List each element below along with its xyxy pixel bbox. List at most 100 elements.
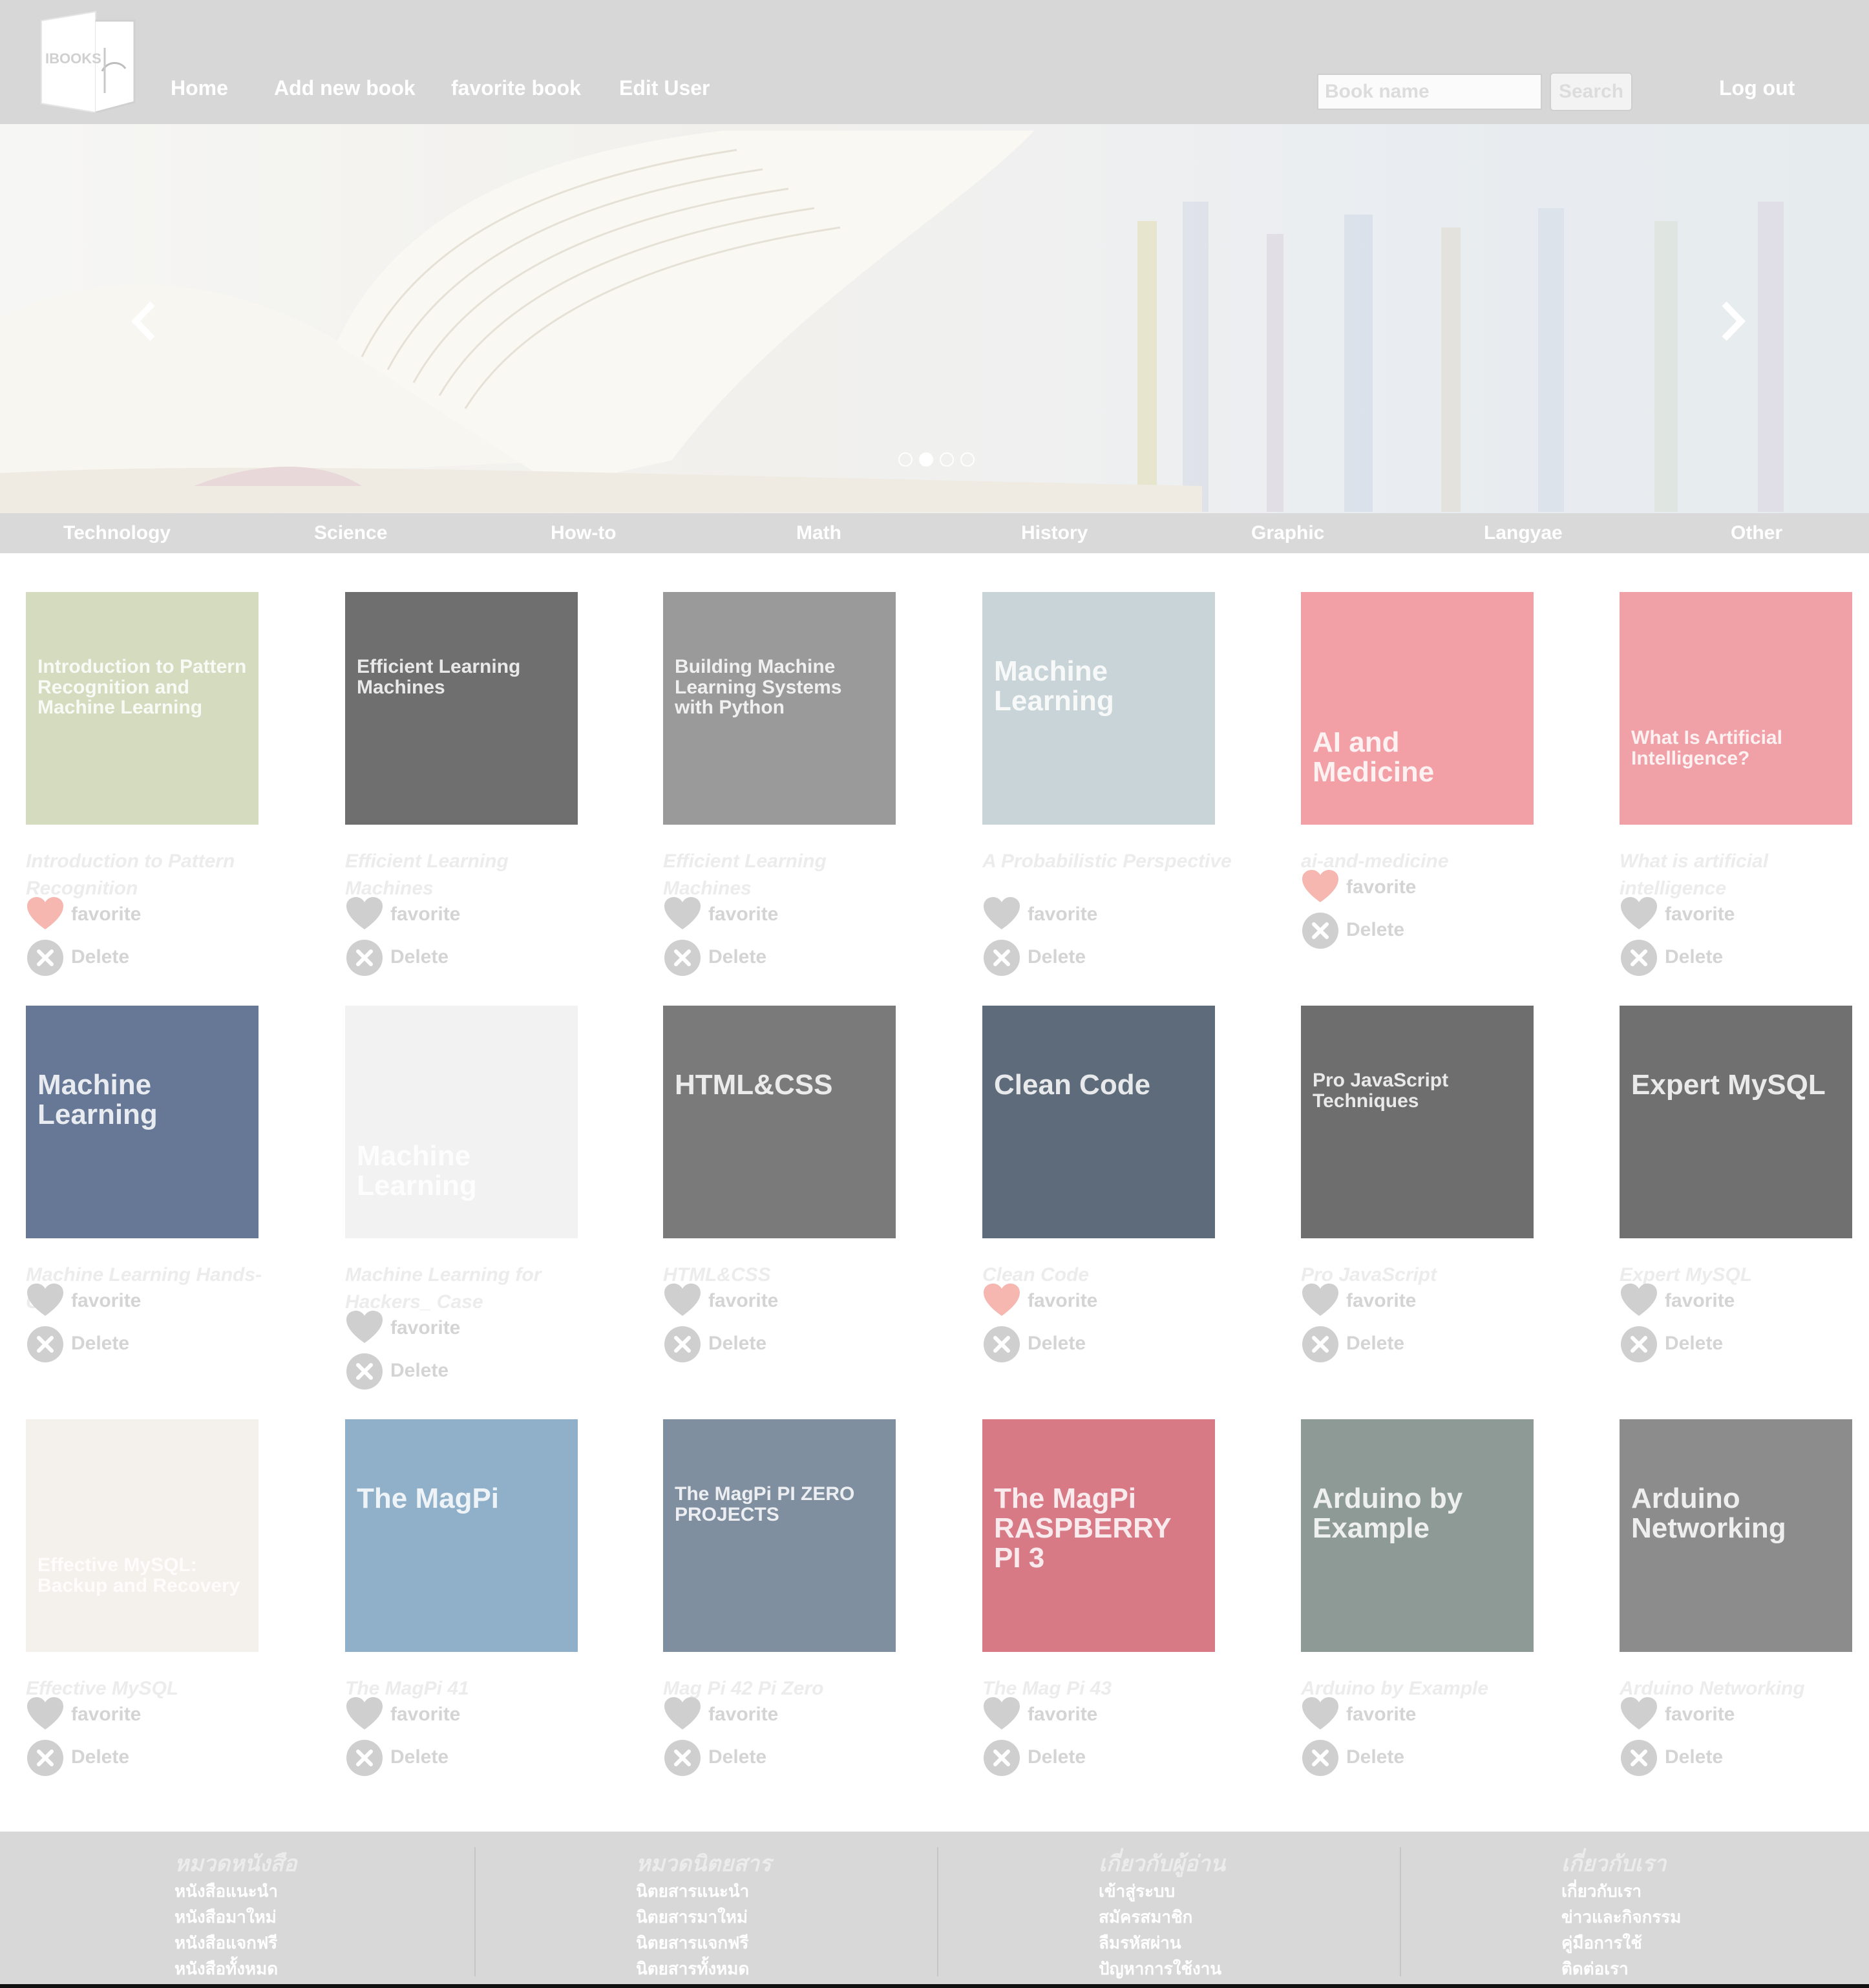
book-cover-image[interactable]: Machine Learning [345,1006,578,1238]
category-langyae[interactable]: Langyae [1484,522,1563,544]
favorite-button[interactable]: favorite [663,896,857,935]
delete-button[interactable]: Delete [1620,1739,1813,1777]
favorite-button[interactable]: favorite [1620,1282,1813,1321]
delete-button[interactable]: Delete [26,938,220,977]
book-cover-image[interactable]: The MagPi PI ZERO PROJECTS [663,1419,896,1652]
carousel-dot-2[interactable] [919,452,933,467]
book-cover-image[interactable]: Machine Learning [26,1006,259,1238]
footer-link[interactable]: ติดต่อเรา [1561,1956,1681,1982]
book-title[interactable]: A Probabilistic Perspective [982,848,1234,875]
favorite-button[interactable]: favorite [663,1696,857,1735]
book-cover-image[interactable]: Arduino by Example [1301,1419,1534,1652]
favorite-button[interactable]: favorite [345,896,539,935]
book-title[interactable]: What is artificial intelligence [1620,848,1869,902]
favorite-button[interactable]: favorite [26,896,220,935]
book-cover-image[interactable]: What Is Artificial Intelligence? [1620,592,1852,825]
carousel-dot-4[interactable] [960,452,975,467]
delete-button[interactable]: Delete [663,1325,857,1364]
nav-edit-user[interactable]: Edit User [619,76,710,100]
carousel-dot-1[interactable] [898,452,913,467]
favorite-button[interactable]: favorite [982,1696,1176,1735]
favorite-button[interactable]: favorite [1620,1696,1813,1735]
delete-button[interactable]: Delete [982,1325,1176,1364]
logout-link[interactable]: Log out [1719,76,1795,100]
book-cover-image[interactable]: Efficient Learning Machines [345,592,578,825]
favorite-button[interactable]: favorite [345,1696,539,1735]
category-other[interactable]: Other [1731,522,1782,544]
delete-button[interactable]: Delete [345,1352,539,1391]
favorite-button[interactable]: favorite [663,1282,857,1321]
nav-favorite-book[interactable]: favorite book [451,76,581,100]
favorite-button[interactable]: favorite [1301,869,1495,907]
favorite-button[interactable]: favorite [26,1696,220,1735]
carousel-prev-icon[interactable] [127,299,165,344]
favorite-button[interactable]: favorite [1301,1282,1495,1321]
category-science[interactable]: Science [314,522,387,544]
footer-link[interactable]: หนังสือแจกฟรี [174,1930,297,1956]
footer-link[interactable]: หนังสือทั้งหมด [174,1956,297,1982]
favorite-button[interactable]: favorite [345,1309,539,1348]
category-how-to[interactable]: How-to [551,522,617,544]
footer-link[interactable]: นิตยสารแนะนำ [636,1878,771,1904]
delete-button[interactable]: Delete [1620,938,1813,977]
delete-label: Delete [1665,1333,1724,1354]
footer-link[interactable]: เข้าสู่ระบบ [1099,1878,1225,1904]
search-button[interactable]: Search [1550,72,1632,111]
footer-link[interactable]: เกี่ยวกับเรา [1561,1878,1681,1904]
delete-button[interactable]: Delete [982,1739,1176,1777]
favorite-button[interactable]: favorite [26,1282,220,1321]
footer-link[interactable]: นิตยสารแจกฟรี [636,1930,771,1956]
category-history[interactable]: History [1021,522,1088,544]
ibooks-logo[interactable]: IBOOKS [40,9,136,114]
carousel-dot-3[interactable] [940,452,954,467]
delete-button[interactable]: Delete [663,938,857,977]
footer-link[interactable]: หนังสือมาใหม่ [174,1904,297,1930]
delete-button[interactable]: Delete [982,938,1176,977]
delete-button[interactable]: Delete [663,1739,857,1777]
favorite-button[interactable]: favorite [1301,1696,1495,1735]
delete-button[interactable]: Delete [345,1739,539,1777]
delete-button[interactable]: Delete [1301,1325,1495,1364]
book-title[interactable]: Efficient Learning Machines [345,848,597,902]
book-cover-image[interactable]: Pro JavaScript Techniques [1301,1006,1534,1238]
book-cover-image[interactable]: The MagPi [345,1419,578,1652]
book-cover-image[interactable]: HTML&CSS [663,1006,896,1238]
footer-link[interactable]: สมัครสมาชิก [1099,1904,1225,1930]
footer-link[interactable]: นิตยสารมาใหม่ [636,1904,771,1930]
delete-button[interactable]: Delete [26,1739,220,1777]
favorite-button[interactable]: favorite [982,896,1176,935]
book-title[interactable]: Machine Learning for Hackers_ Case [345,1262,597,1316]
favorite-button[interactable]: favorite [1620,896,1813,935]
footer-link[interactable]: หนังสือแนะนำ [174,1878,297,1904]
book-cover-image[interactable]: AI and Medicine [1301,592,1534,825]
footer-link[interactable]: คู่มือการใช้ [1561,1930,1681,1956]
book-cover-image[interactable]: Clean Code [982,1006,1215,1238]
book-cover-image[interactable]: Arduino Networking [1620,1419,1852,1652]
delete-button[interactable]: Delete [1301,911,1495,950]
book-cover-image[interactable]: Building Machine Learning Systems with P… [663,592,896,825]
book-cover-image[interactable]: Expert MySQL [1620,1006,1852,1238]
delete-button[interactable]: Delete [26,1325,220,1364]
footer-link[interactable]: ข่าวและกิจกรรม [1561,1904,1681,1930]
category-graphic[interactable]: Graphic [1251,522,1324,544]
footer-link[interactable]: ปัญหาการใช้งาน [1099,1956,1225,1982]
search-input[interactable] [1317,74,1542,110]
book-title[interactable]: Efficient Learning Machines [663,848,915,902]
book-title[interactable]: Introduction to Pattern Recognition [26,848,278,902]
delete-button[interactable]: Delete [1620,1325,1813,1364]
category-technology[interactable]: Technology [63,522,171,544]
book-cover-image[interactable]: Machine Learning [982,592,1215,825]
carousel-next-icon[interactable] [1711,299,1750,344]
nav-add-new-book[interactable]: Add new book [274,76,416,100]
book-cover-image[interactable]: Effective MySQL: Backup and Recovery [26,1419,259,1652]
delete-button[interactable]: Delete [1301,1739,1495,1777]
favorite-label: favorite [1665,1704,1735,1725]
footer-link[interactable]: นิตยสารทั้งหมด [636,1956,771,1982]
footer-link[interactable]: ลืมรหัสผ่าน [1099,1930,1225,1956]
category-math[interactable]: Math [796,522,841,544]
nav-home[interactable]: Home [171,76,228,100]
book-cover-image[interactable]: The MagPi RASPBERRY PI 3 [982,1419,1215,1652]
book-cover-image[interactable]: Introduction to Pattern Recognition and … [26,592,259,825]
delete-button[interactable]: Delete [345,938,539,977]
favorite-button[interactable]: favorite [982,1282,1176,1321]
